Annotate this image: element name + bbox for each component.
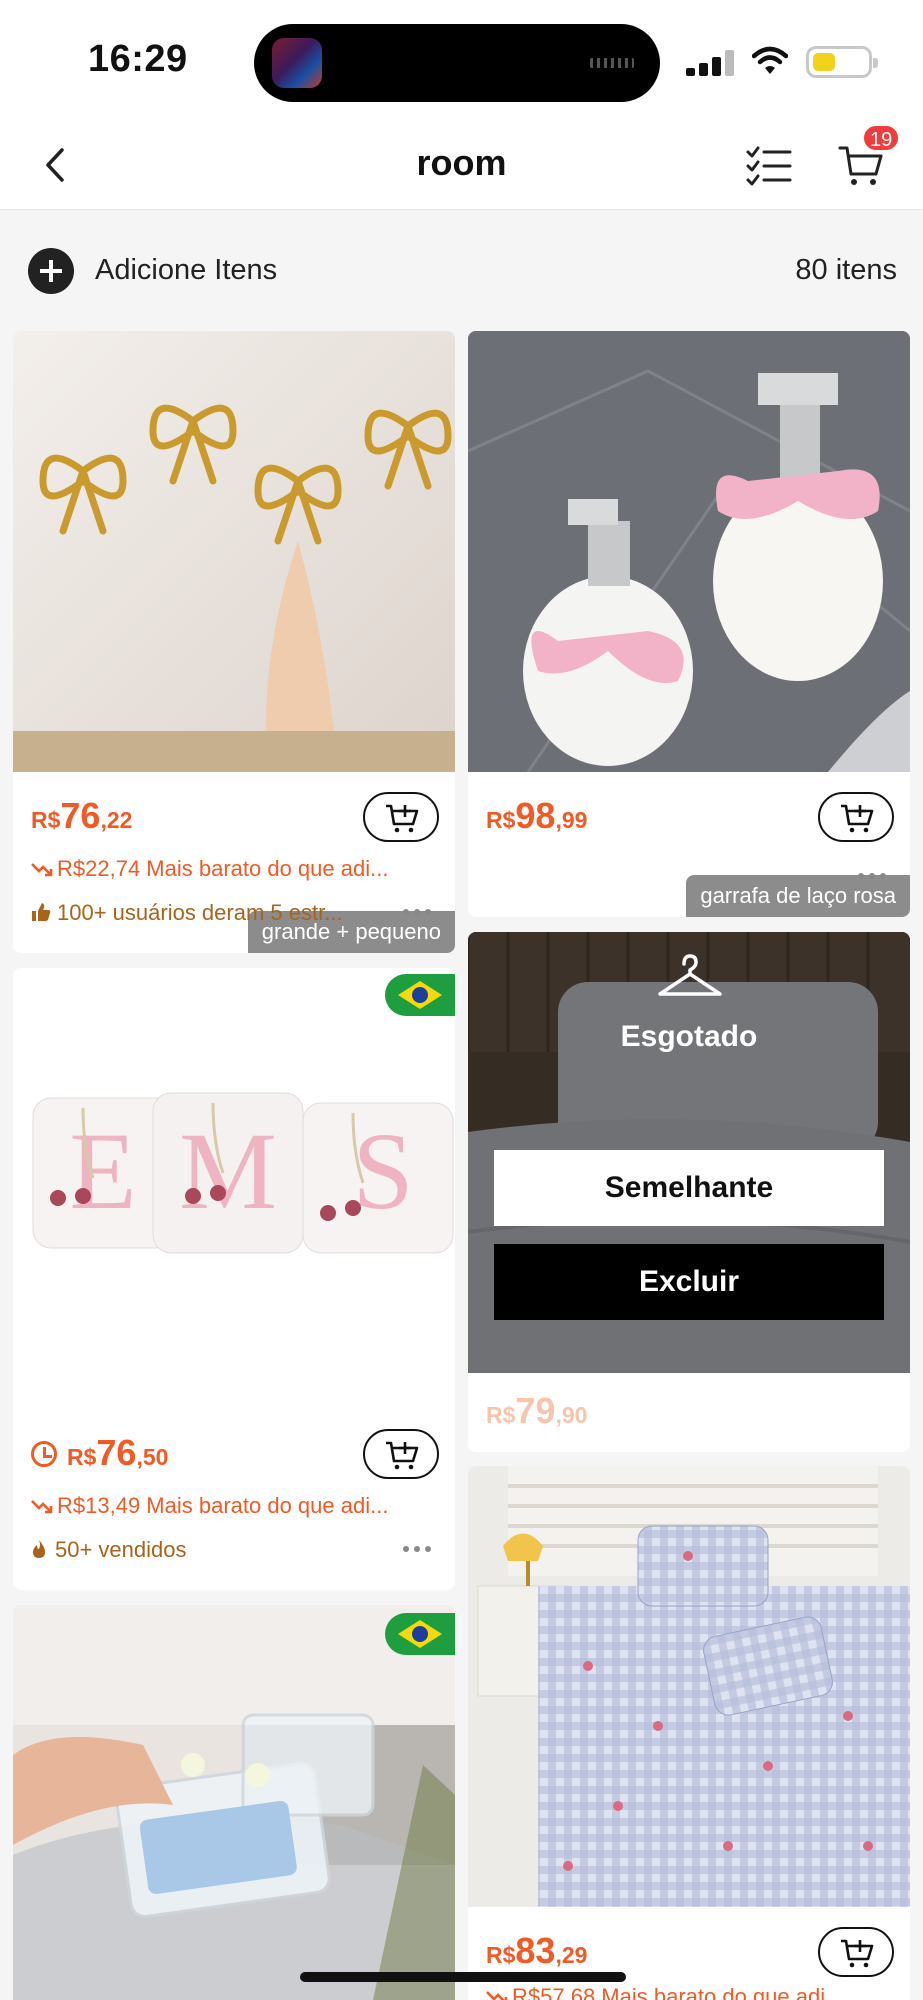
product-card[interactable]: garrafa de laço rosa R$98,99 — [468, 331, 910, 917]
sold-out-label: Esgotado — [620, 1020, 758, 1053]
pillow-letter-m: M — [179, 1110, 277, 1232]
trend-down-icon — [486, 1991, 508, 2000]
brazil-flag-icon — [398, 1620, 442, 1648]
variant-label: garrafa de laço rosa — [686, 875, 910, 917]
brazil-flag-badge — [385, 974, 455, 1016]
trend-down-icon — [31, 1500, 53, 1514]
price-drop-note: R$22,74 Mais barato do que adi... — [31, 856, 443, 882]
similar-button[interactable]: Semelhante — [494, 1150, 884, 1226]
cart-plus-icon — [841, 1939, 874, 1968]
rating-note: 100+ usuários deram 5 estr... — [31, 900, 401, 926]
add-to-cart-button[interactable] — [363, 792, 439, 842]
add-to-cart-button[interactable] — [363, 1429, 439, 1479]
pillow-letter-e: E — [69, 1110, 136, 1232]
cart-plus-icon — [841, 804, 874, 833]
status-bar: 16:29 — [0, 0, 923, 120]
product-image[interactable]: E M S — [13, 968, 455, 1409]
add-items-row: Adicione Itens 80 itens — [0, 210, 923, 330]
more-options-icon[interactable] — [403, 1546, 431, 1554]
wifi-icon — [752, 46, 788, 74]
more-options-icon[interactable] — [858, 873, 886, 881]
product-card[interactable]: R$83,29 R$57,68 Mais barato do que adi..… — [468, 1466, 910, 2000]
product-price: R$83,29 — [486, 1930, 588, 1971]
product-image[interactable] — [468, 1466, 910, 1907]
cart-plus-icon — [386, 1441, 419, 1470]
delete-button[interactable]: Excluir — [494, 1244, 884, 1320]
dynamic-island[interactable] — [254, 24, 660, 102]
add-to-cart-button[interactable] — [818, 792, 894, 842]
product-image[interactable] — [13, 331, 455, 772]
brazil-flag-icon — [398, 981, 442, 1009]
fire-icon — [33, 1540, 45, 1558]
sold-out-overlay: Esgotado Semelhante Excluir — [468, 932, 910, 1373]
trend-down-icon — [31, 863, 53, 877]
cellular-signal-icon — [686, 50, 734, 76]
status-time: 16:29 — [88, 38, 188, 80]
product-price: R$79,90 — [486, 1390, 588, 1431]
product-image[interactable] — [13, 1605, 455, 2000]
product-image[interactable] — [468, 331, 910, 772]
thumbs-up-icon — [32, 903, 51, 921]
price-drop-note: R$57,68 Mais barato do que adi... — [486, 1984, 898, 2000]
product-price: R$76,22 — [31, 795, 133, 836]
brazil-flag-badge — [385, 1613, 455, 1655]
pillow-letter-s: S — [352, 1110, 413, 1232]
audio-wave-icon — [590, 58, 634, 68]
battery-icon — [806, 46, 878, 78]
home-indicator[interactable] — [300, 1972, 626, 1982]
add-items-button[interactable] — [28, 248, 74, 294]
sales-note: 50+ vendidos — [31, 1537, 401, 1563]
add-to-cart-button[interactable] — [818, 1927, 894, 1977]
price-drop-note: R$13,49 Mais barato do que adi... — [31, 1493, 443, 1519]
product-card[interactable]: Esgotado Semelhante Excluir R$79,90 — [468, 932, 910, 1452]
product-price: R$76,50 — [31, 1432, 168, 1474]
flash-deal-clock-icon — [31, 1441, 57, 1467]
hanger-icon — [658, 954, 722, 996]
cart-plus-icon — [386, 804, 419, 833]
cart-count-badge: 19 — [862, 124, 901, 152]
product-card[interactable] — [13, 1605, 455, 2000]
now-playing-thumbnail — [272, 38, 322, 88]
item-count: 80 itens — [795, 254, 897, 286]
product-card[interactable]: E M S R$76,50 R$13,49 Mais barato do que… — [13, 968, 455, 1590]
checklist-icon[interactable] — [744, 140, 794, 190]
add-items-label[interactable]: Adicione Itens — [95, 254, 277, 287]
product-price: R$98,99 — [486, 795, 588, 836]
nav-bar: room 19 — [0, 120, 923, 210]
more-options-icon[interactable] — [403, 909, 431, 917]
product-card[interactable]: grande + pequeno R$76,22 R$22,74 Mais ba… — [13, 331, 455, 953]
